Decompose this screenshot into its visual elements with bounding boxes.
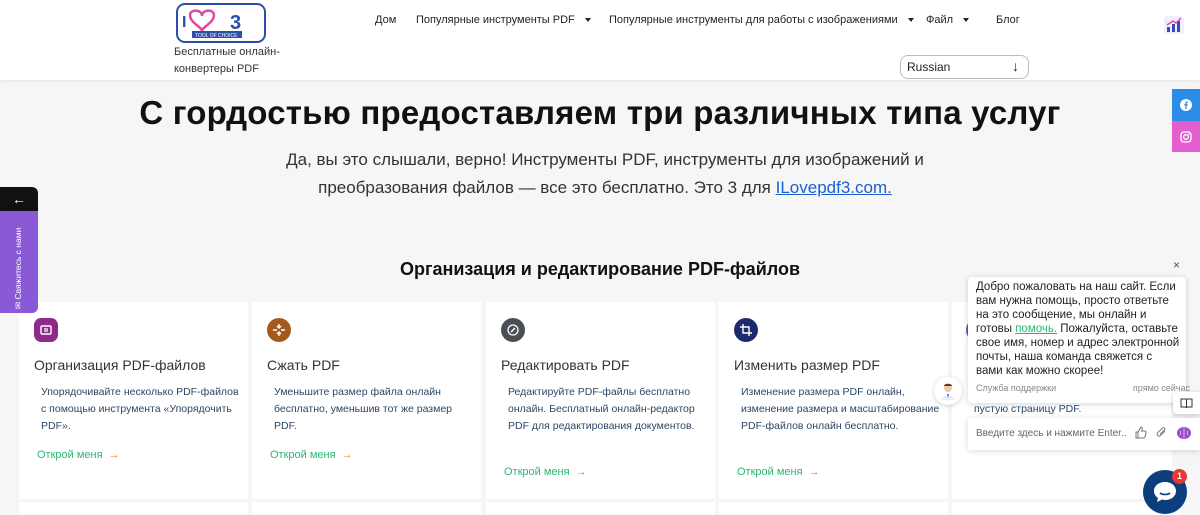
card-title: Изменить размер PDF [734,357,880,373]
nav-home[interactable]: Дом [375,14,396,26]
ai-brain-icon[interactable] [1176,426,1192,440]
instagram-icon[interactable] [1172,121,1200,152]
chevron-down-icon [963,18,970,23]
close-icon[interactable]: × [1173,258,1180,272]
behind-card-text: пустую страницу PDF. [974,403,1082,415]
chevron-down-icon [907,18,914,23]
chat-message-bubble: Добро пожаловать на наш сайт. Если вам н… [968,277,1190,403]
arrow-right-icon: → [341,449,353,461]
support-avatar [934,377,962,405]
nav-file[interactable]: Файл [926,14,970,26]
contact-us-tab[interactable]: ← ✉ Свяжитесь с нами [0,187,38,313]
card-row-2 [19,502,248,515]
hero-title: С гордостью предоставляем три различных … [139,94,1061,131]
arrow-left-icon[interactable]: ← [0,187,38,211]
notification-badge: 1 [1172,469,1187,484]
contact-us-label: ✉ Свяжитесь с нами [13,227,23,309]
card-row-2 [486,502,715,515]
chat-message: Добро пожаловать на наш сайт. Если вам н… [976,281,1180,377]
arrow-right-icon: → [108,449,120,461]
nav-blog[interactable]: Блог [996,14,1020,26]
site-logo[interactable]: I 3 TOOL OF CHOICE [176,3,266,43]
card-description: Изменение размера PDF онлайн, изменение … [741,386,940,432]
card-title: Организация PDF-файлов [34,357,206,373]
language-select[interactable]: Russian ↓ [900,55,1029,79]
help-link[interactable]: помочь. [1015,323,1057,335]
card-description: Упорядочивайте несколько PDF-файлов с по… [41,386,239,432]
card-title: Редактировать PDF [501,357,630,373]
chat-input[interactable]: Введите здесь и нажмите Enter.. [968,418,1200,450]
open-me-link[interactable]: Открой меня → [737,466,820,478]
site-link[interactable]: ILovepdf3.com. [776,178,892,197]
nav-pdf-tools[interactable]: Популярные инструменты PDF [416,14,591,26]
chat-sender: Служба поддержки [976,383,1057,393]
arrow-down-icon: ↓ [1012,58,1019,74]
site-header: I 3 TOOL OF CHOICE Бесплатные онлайн-кон… [0,0,1200,80]
card-row-2 [252,502,481,515]
book-icon[interactable] [1173,392,1200,414]
open-me-link[interactable]: Открой меня → [504,466,587,478]
arrow-right-icon: → [808,466,820,478]
card-title: Сжать PDF [267,357,340,373]
chevron-down-icon [584,18,591,23]
compress-icon [267,318,291,342]
svg-text:I: I [182,14,186,31]
arrow-right-icon: → [575,466,587,478]
hero-subtitle: Да, вы это слышали, верно! Инструменты P… [286,150,924,197]
chart-icon[interactable] [1163,15,1185,35]
card-description: Редактируйте PDF-файлы бесплатно онлайн.… [508,386,695,432]
crop-icon [734,318,758,342]
card-description: Уменьшите размер файла онлайн бесплатно,… [274,386,453,432]
card-row-2 [719,502,948,515]
chat-bubble-icon [1154,482,1176,502]
organize-icon [34,318,58,342]
thumbs-up-icon[interactable] [1134,426,1147,439]
attachment-icon[interactable] [1155,426,1168,439]
site-tagline: Бесплатные онлайн-конвертеры PDF [174,46,280,75]
open-me-link[interactable]: Открой меня → [37,449,120,461]
facebook-icon[interactable] [1172,89,1200,121]
svg-text:3: 3 [230,12,241,34]
card-compress-pdf[interactable]: Сжать PDF Уменьшите размер файла онлайн … [252,302,481,499]
nav-image-tools[interactable]: Популярные инструменты для работы с изоб… [609,14,914,26]
edit-icon [501,318,525,342]
open-me-link[interactable]: Открой меня → [270,449,353,461]
card-resize-pdf[interactable]: Изменить размер PDF Изменение размера PD… [719,302,948,499]
card-edit-pdf[interactable]: Редактировать PDF Редактируйте PDF-файлы… [486,302,715,499]
card-organize-pdf[interactable]: Организация PDF-файлов Упорядочивайте не… [19,302,248,499]
logo-sub: TOOL OF CHOICE [195,33,238,39]
